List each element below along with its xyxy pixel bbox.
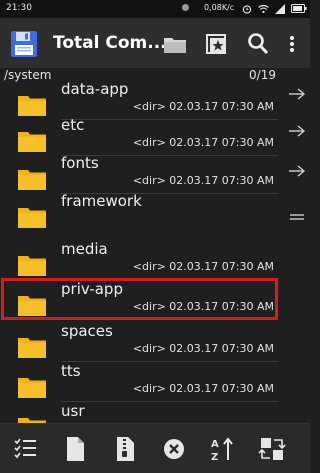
list-item-spaces[interactable]: spaces <dir> 02.03.17 07:30 AM — [0, 322, 310, 362]
file-name: fonts — [61, 154, 99, 172]
selection-count: 0/19 — [249, 68, 276, 82]
list-item-media[interactable]: media <dir> 02.03.17 07:30 AM — [0, 240, 310, 280]
zip-icon[interactable] — [111, 435, 139, 463]
status-icons — [242, 3, 307, 14]
more-vert-icon[interactable] — [280, 30, 304, 58]
arrow-right-icon[interactable] — [288, 164, 306, 178]
save-floppy-icon[interactable] — [10, 30, 38, 58]
list-item-priv-app[interactable]: priv-app <dir> 02.03.17 07:30 AM — [0, 280, 310, 320]
status-time: 21:30 — [6, 3, 32, 13]
network-speed: 0,08K/c — [204, 3, 235, 12]
folder-icon — [18, 208, 46, 228]
list-item-framework[interactable]: framework — [0, 192, 310, 232]
path-bar[interactable]: /system 0/19 — [0, 68, 310, 82]
list-item-usr[interactable]: usr — [0, 402, 310, 424]
file-meta: <dir> 02.03.17 07:30 AM — [132, 136, 274, 149]
lines-icon[interactable] — [288, 210, 306, 224]
list-item-fonts[interactable]: fonts <dir> 02.03.17 07:30 AM — [0, 154, 310, 194]
current-path: /system — [4, 68, 52, 82]
folder-icon — [18, 96, 46, 116]
file-name: data-app — [61, 82, 129, 98]
file-name: priv-app — [61, 280, 123, 298]
folder-icon — [18, 256, 46, 276]
list-item-etc[interactable]: etc <dir> 02.03.17 07:30 AM — [0, 116, 310, 156]
close-circle-icon[interactable] — [160, 435, 188, 463]
folder-icon — [18, 296, 46, 316]
battery-icon — [291, 4, 307, 13]
file-meta: <dir> 02.03.17 07:30 AM — [132, 174, 274, 187]
status-bar: 21:30 0,08K/c — [0, 0, 310, 18]
signal-icon — [275, 3, 285, 14]
checklist-icon[interactable] — [12, 435, 40, 463]
swap-panels-icon[interactable] — [258, 435, 286, 463]
file-name: usr — [61, 402, 85, 420]
sort-az-icon[interactable]: A Z — [208, 435, 236, 463]
file-meta: <dir> 02.03.17 07:30 AM — [132, 342, 274, 355]
file-meta: <dir> 02.03.17 07:30 AM — [132, 260, 274, 273]
file-meta: <dir> 02.03.17 07:30 AM — [132, 100, 274, 113]
file-name: spaces — [61, 322, 113, 340]
file-icon[interactable] — [61, 435, 89, 463]
arrow-right-icon[interactable] — [288, 87, 306, 101]
list-item-tts[interactable]: tts <dir> 02.03.17 07:30 AM — [0, 362, 310, 402]
file-list[interactable]: data-app <dir> 02.03.17 07:30 AM etc <di… — [0, 82, 310, 424]
bookmark-star-icon[interactable] — [202, 30, 230, 58]
folder-icon — [18, 338, 46, 358]
folder-icon — [18, 170, 46, 190]
notification-dot-icon — [182, 4, 189, 11]
file-name: media — [61, 240, 108, 258]
folder-icon[interactable] — [161, 30, 189, 58]
wifi-icon — [258, 4, 269, 13]
arrow-right-icon[interactable] — [288, 124, 306, 138]
alarm-icon — [242, 4, 252, 14]
folder-icon — [18, 378, 46, 398]
file-name: framework — [61, 192, 142, 210]
app-title: Total Com... — [53, 33, 167, 53]
list-item-data-app[interactable]: data-app <dir> 02.03.17 07:30 AM — [0, 82, 310, 120]
file-name: etc — [61, 116, 85, 134]
bottom-toolbar: A Z — [0, 423, 310, 473]
total-commander-screen: 21:30 0,08K/c Total Com... /system 0/19 … — [0, 0, 310, 473]
app-toolbar: Total Com... — [0, 18, 310, 68]
search-icon[interactable] — [244, 30, 272, 58]
file-meta: <dir> 02.03.17 07:30 AM — [132, 382, 274, 395]
file-meta: <dir> 02.03.17 07:30 AM — [132, 300, 274, 313]
file-name: tts — [61, 362, 81, 380]
svg-text:A: A — [211, 439, 219, 450]
folder-icon — [18, 132, 46, 152]
svg-text:Z: Z — [211, 452, 218, 463]
